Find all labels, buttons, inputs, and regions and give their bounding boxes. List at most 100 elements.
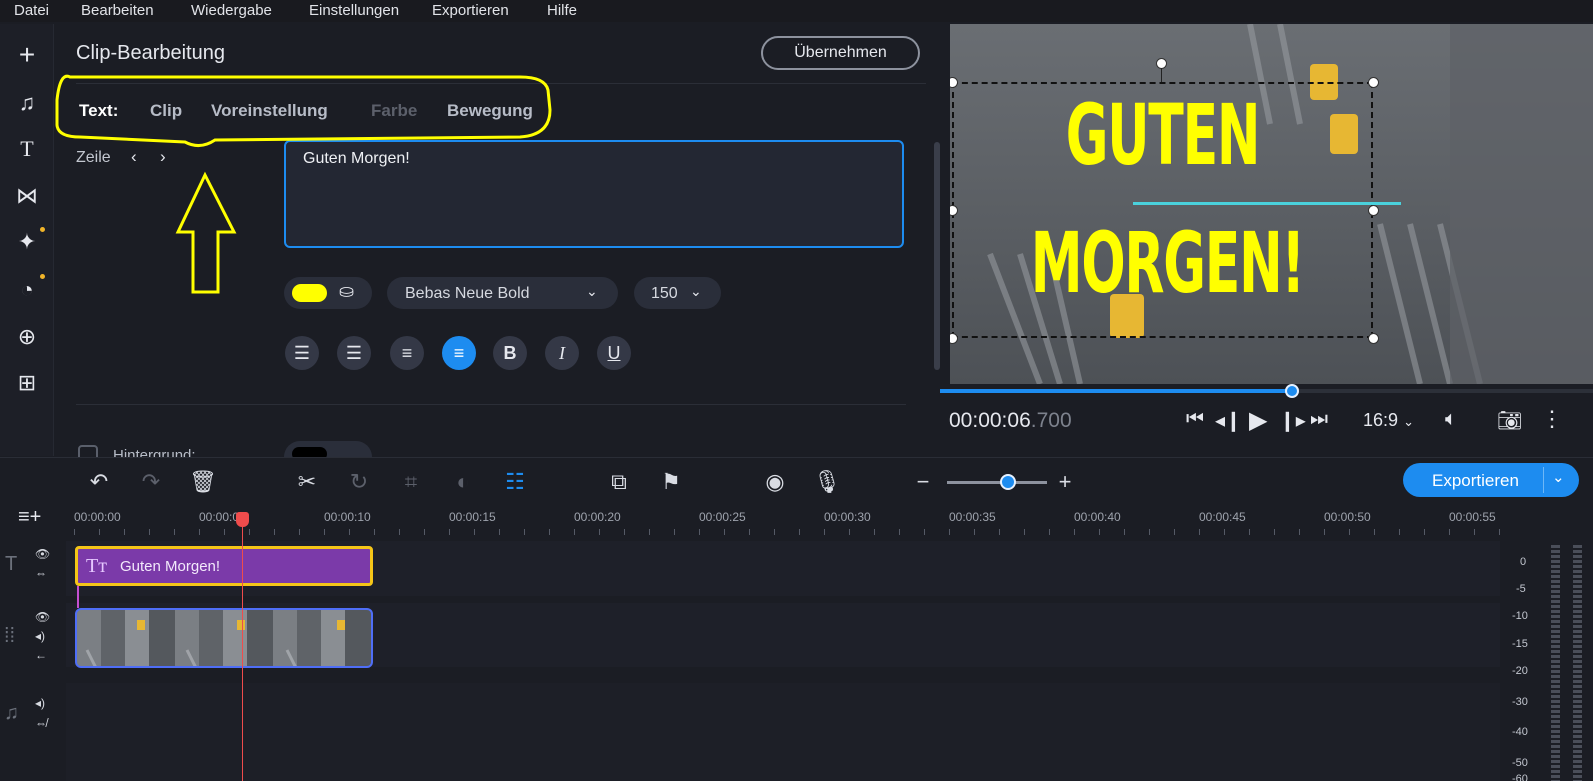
playhead-handle[interactable]	[236, 512, 249, 527]
ruler-tick-label: 00:00:35	[949, 510, 996, 524]
text-clip-label: Guten Morgen!	[120, 558, 221, 575]
more-options-icon[interactable]: ⋮	[1541, 406, 1563, 432]
frame-forward-icon[interactable]: ❙▸	[1279, 408, 1306, 433]
playhead-line	[242, 515, 243, 781]
background-color-swatch	[292, 447, 327, 457]
transition-wizard-icon[interactable]: ⧉	[604, 467, 634, 497]
webcam-record-icon[interactable]: ◉	[760, 467, 790, 497]
cut-icon[interactable]: ✂	[292, 467, 322, 497]
rotate-icon[interactable]: ↻	[344, 467, 374, 497]
video-clip-thumbnails	[85, 620, 345, 666]
resize-handle[interactable]	[1368, 77, 1379, 88]
meter-label: -10	[1512, 610, 1528, 622]
color-adjust-icon[interactable]: ◐	[448, 467, 478, 497]
video-track-icon: ⁞⁞	[4, 625, 16, 647]
zoom-out-icon[interactable]: −	[908, 467, 938, 497]
more-tools-icon[interactable]: ⊞	[12, 368, 42, 398]
audio-track-icon: ♫	[4, 702, 19, 724]
meter-label: 0	[1520, 556, 1527, 568]
ruler-tick-label: 00:00:25	[699, 510, 746, 524]
meter-bar-left	[1551, 545, 1560, 781]
delete-icon[interactable]: 🗑︎	[188, 467, 218, 497]
ruler-tick-label: 00:00:15	[449, 510, 496, 524]
time-display: 00:00:06.700	[949, 409, 1072, 433]
link-icon[interactable]: ⇔	[35, 566, 47, 580]
annotation-ellipse	[55, 74, 552, 147]
store-icon[interactable]: ⊕	[12, 322, 42, 352]
underline-icon[interactable]: U	[597, 336, 631, 370]
align-justify-icon[interactable]: ≡	[390, 336, 424, 370]
align-right-icon[interactable]: ☰	[337, 336, 371, 370]
microphone-icon[interactable]: 🎙︎	[812, 467, 842, 497]
export-label: Exportieren	[1432, 471, 1519, 490]
timeline-ruler[interactable]: 00:00:00 00:00:05 00:00:10 00:00:15 00:0…	[66, 507, 1500, 535]
preview-controls: 00:00:06.700 ⏮ ◂❙ ▶ ❙▸ ⏭ 16:9 ⌄ 🔈︎ 📷︎ ⋮	[940, 384, 1593, 456]
annotation-arrow	[175, 171, 237, 294]
text-cursor-line	[1133, 202, 1401, 205]
crop-icon[interactable]: ⌗	[396, 467, 426, 497]
meter-label: -60	[1512, 773, 1528, 781]
visibility-eye-icon[interactable]: 👁︎	[35, 610, 50, 624]
add-track-icon[interactable]: ≡+	[18, 506, 41, 529]
text-track-icon: T	[5, 553, 18, 575]
clip-properties-icon[interactable]: ☷	[500, 467, 530, 497]
track-link-icon[interactable]: ←	[35, 648, 47, 662]
bold-icon[interactable]: B	[493, 336, 527, 370]
playback-progress-fill	[940, 389, 1292, 393]
clip-link-line	[77, 586, 79, 608]
ruler-tick-label: 00:00:55	[1449, 510, 1496, 524]
ruler-tick-label: 00:00:45	[1199, 510, 1246, 524]
rotate-handle-stem	[1161, 68, 1162, 82]
ruler-tick-label: 00:00:10	[324, 510, 371, 524]
ruler-tick-label: 00:00:20	[574, 510, 621, 524]
chevron-down-icon: ⌄	[1403, 414, 1414, 429]
export-divider	[1543, 467, 1544, 493]
frame-back-icon[interactable]: ◂❙	[1215, 408, 1242, 433]
play-icon[interactable]: ▶	[1249, 406, 1267, 435]
meter-label: -30	[1512, 696, 1528, 708]
zoom-in-icon[interactable]: +	[1050, 467, 1080, 497]
track-volume-icon[interactable]: ◂)	[35, 629, 45, 643]
meter-label: -15	[1512, 638, 1528, 650]
track-unlink-icon[interactable]: ⇎	[35, 716, 47, 730]
volume-icon[interactable]: 🔈︎	[1445, 408, 1457, 431]
italic-icon[interactable]: I	[545, 336, 579, 370]
export-options-chevron-icon[interactable]: ⌄	[1552, 468, 1565, 486]
align-left-icon[interactable]: ☰	[285, 336, 319, 370]
format-divider	[76, 404, 906, 405]
audio-track[interactable]	[66, 683, 1500, 781]
track-volume-icon[interactable]: ◂)	[35, 696, 45, 710]
skip-start-icon[interactable]: ⏮	[1186, 408, 1204, 431]
overlay-text-line1: GUTEN	[1065, 86, 1261, 184]
align-center-icon[interactable]: ≡	[442, 336, 476, 370]
time-main: 00:00:06	[949, 409, 1031, 432]
annotation-layer	[55, 74, 552, 294]
overlay-text-line2: MORGEN!	[1030, 214, 1305, 312]
redo-icon[interactable]: ↷	[136, 467, 166, 497]
playback-progress-thumb[interactable]	[1285, 384, 1299, 398]
ruler-tick-label: 00:00:40	[1074, 510, 1121, 524]
skip-end-icon[interactable]: ⏭	[1310, 408, 1328, 431]
timeline-toolbar	[0, 457, 1593, 507]
meter-bar-right	[1573, 545, 1582, 781]
audio-level-meter: 0 -5 -10 -15 -20 -30 -40 -50 -60	[1500, 535, 1593, 781]
meter-label: -20	[1512, 665, 1528, 677]
ruler-tick-label: 00:00:50	[1324, 510, 1371, 524]
aspect-ratio-select[interactable]: 16:9 ⌄	[1363, 410, 1414, 431]
text-clip-icon: Tт	[86, 555, 107, 577]
zoom-slider-track[interactable]	[947, 481, 1047, 484]
marker-flag-icon[interactable]: ⚑	[656, 467, 686, 497]
resize-handle[interactable]	[1368, 333, 1379, 344]
video-clip[interactable]	[75, 608, 373, 668]
snapshot-icon[interactable]: 📷︎	[1497, 408, 1522, 433]
time-ms: .700	[1030, 409, 1072, 432]
resize-handle[interactable]	[1368, 205, 1379, 216]
zoom-slider-thumb[interactable]	[1000, 474, 1016, 490]
visibility-eye-icon[interactable]: 👁︎	[35, 547, 50, 561]
video-preview[interactable]: GUTEN MORGEN!	[950, 24, 1593, 384]
ruler-ticks	[74, 529, 1500, 535]
undo-icon[interactable]: ↶	[84, 467, 114, 497]
background-color-picker[interactable]	[284, 441, 372, 457]
meter-label: -40	[1512, 726, 1528, 738]
ruler-tick-label: 00:00:00	[74, 510, 121, 524]
